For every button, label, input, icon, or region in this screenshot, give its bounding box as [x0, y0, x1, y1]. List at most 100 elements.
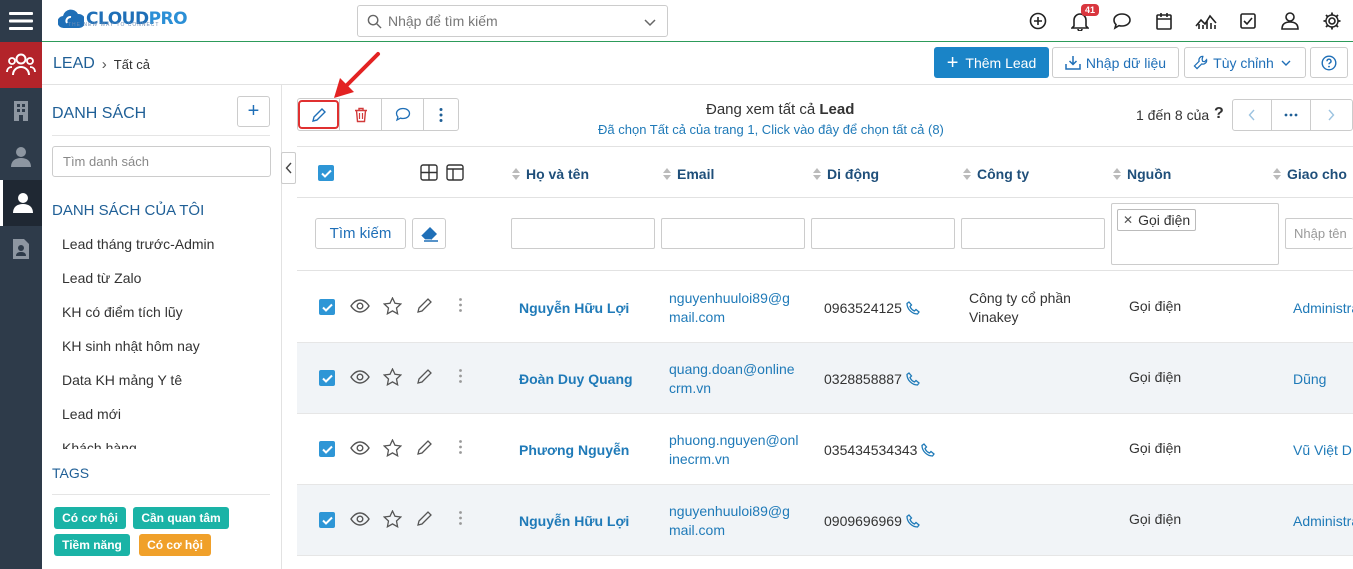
lead-email-link[interactable]: nguyenhuuloi89@gmail.com — [669, 502, 799, 540]
filter-email-input[interactable] — [661, 218, 805, 249]
collapse-sidebar-handle[interactable] — [281, 152, 296, 184]
list-item[interactable]: Data KH mảng Y tê — [62, 365, 272, 399]
search-filter-button[interactable]: Tìm kiếm — [315, 218, 406, 249]
lead-email-link[interactable]: nguyenhuuloi89@gmail.com — [669, 289, 799, 327]
row-checkbox[interactable] — [319, 512, 335, 528]
edit-pencil-icon[interactable] — [416, 510, 433, 527]
tag-chip[interactable]: Tiềm năng — [54, 534, 130, 556]
calendar-icon[interactable] — [1143, 0, 1185, 42]
breadcrumb-module[interactable]: LEAD — [53, 55, 95, 73]
star-icon[interactable] — [383, 439, 402, 457]
phone-call-icon[interactable] — [921, 443, 936, 457]
user-profile-icon[interactable] — [1269, 0, 1311, 42]
contact-card-icon[interactable] — [0, 226, 42, 272]
view-eye-icon[interactable] — [350, 299, 370, 313]
table-row[interactable]: Phương Nguyễn phuong.nguyen@onlinecrm.vn… — [297, 414, 1353, 485]
lead-name-link[interactable]: Đoàn Duy Quang — [519, 371, 633, 387]
hamburger-menu-icon[interactable] — [0, 0, 42, 42]
add-list-button[interactable]: + — [237, 96, 270, 127]
column-header-assigned[interactable]: Giao cho — [1273, 166, 1347, 182]
page-jump-button[interactable] — [1272, 100, 1311, 130]
list-item[interactable]: Lead từ Zalo — [62, 263, 272, 297]
edit-pencil-icon[interactable] — [416, 368, 433, 385]
tag-chip[interactable]: Có cơ hội — [54, 507, 126, 529]
filter-company-input[interactable] — [961, 218, 1105, 249]
table-row[interactable]: Nguyễn Hữu Lợi nguyenhuuloi89@gmail.com … — [297, 485, 1353, 556]
row-more-icon[interactable] — [458, 439, 463, 455]
filter-assigned-input[interactable] — [1285, 218, 1353, 249]
lead-assigned-link[interactable]: Administrator — [1293, 513, 1353, 529]
column-header-mobile[interactable]: Di động — [813, 166, 879, 182]
column-header-company[interactable]: Công ty — [963, 166, 1029, 182]
row-more-icon[interactable] — [458, 510, 463, 526]
row-checkbox[interactable] — [319, 370, 335, 386]
help-button[interactable] — [1310, 47, 1348, 78]
phone-call-icon[interactable] — [906, 514, 920, 528]
mass-comment-button[interactable] — [382, 99, 424, 130]
select-all-checkbox[interactable] — [318, 165, 334, 181]
filter-name-input[interactable] — [511, 218, 655, 249]
edit-pencil-icon[interactable] — [416, 297, 433, 314]
list-search-input[interactable] — [52, 146, 271, 177]
clear-filters-button[interactable] — [412, 218, 446, 249]
table-row[interactable]: Nguyễn Hữu Lợi nguyenhuuloi89@gmail.com … — [297, 272, 1353, 343]
phone-call-icon[interactable] — [906, 372, 920, 386]
chevron-down-icon[interactable] — [643, 15, 657, 29]
view-eye-icon[interactable] — [350, 441, 370, 455]
lead-email-link[interactable]: phuong.nguyen@onlinecrm.vn — [669, 431, 799, 469]
tag-chip[interactable]: Cần quan tâm — [133, 507, 229, 529]
view-eye-icon[interactable] — [350, 512, 370, 526]
lead-assigned-link[interactable]: Administrator — [1293, 300, 1353, 316]
star-icon[interactable] — [383, 368, 402, 386]
source-filter-chip[interactable]: ✕ Gọi điện — [1117, 209, 1197, 231]
list-item[interactable]: KH có điểm tích lũy — [62, 297, 272, 331]
more-actions-button[interactable] — [424, 99, 458, 130]
table-row[interactable]: Đoàn Duy Quang quang.doan@onlinecrm.vn 0… — [297, 343, 1353, 414]
customers-module-icon[interactable] — [0, 42, 42, 88]
list-item[interactable]: Lead tháng trước-Admin — [62, 229, 272, 263]
settings-gear-icon[interactable] — [1311, 0, 1353, 42]
remove-chip-icon[interactable]: ✕ — [1123, 213, 1133, 227]
column-header-source[interactable]: Nguồn — [1113, 166, 1171, 182]
view-eye-icon[interactable] — [350, 370, 370, 384]
list-item[interactable]: Lead mới — [62, 399, 272, 433]
column-layout-icon[interactable] — [446, 164, 464, 181]
tasks-checkbox-icon[interactable] — [1227, 0, 1269, 42]
edit-pencil-icon[interactable] — [416, 439, 433, 456]
star-icon[interactable] — [383, 510, 402, 528]
total-count-help[interactable]: ? — [1214, 105, 1224, 123]
select-all-link[interactable]: Đã chọn Tất cả của trang 1, Click vào đâ… — [598, 122, 944, 137]
tag-chip[interactable]: Có cơ hội — [139, 534, 211, 556]
lead-name-link[interactable]: Nguyễn Hữu Lợi — [519, 300, 629, 316]
row-checkbox[interactable] — [319, 299, 335, 315]
column-header-name[interactable]: Họ và tên — [512, 166, 589, 182]
add-circle-icon[interactable] — [1017, 0, 1059, 42]
reports-chart-icon[interactable] — [1185, 0, 1227, 42]
import-data-button[interactable]: Nhập dữ liệu — [1052, 47, 1179, 78]
list-item[interactable]: Khách hàng — [62, 433, 272, 449]
organization-building-icon[interactable] — [0, 88, 42, 134]
notification-bell-icon[interactable]: 41 — [1059, 0, 1101, 42]
grid-layout-icon[interactable] — [420, 164, 438, 181]
lead-email-link[interactable]: quang.doan@onlinecrm.vn — [669, 360, 799, 398]
lead-assigned-link[interactable]: Vũ Việt D — [1293, 442, 1352, 458]
lead-name-link[interactable]: Nguyễn Hữu Lợi — [519, 513, 629, 529]
mass-delete-button[interactable] — [340, 99, 382, 130]
lead-assigned-link[interactable]: Dũng — [1293, 371, 1326, 387]
global-search[interactable] — [357, 5, 668, 37]
filter-source-multiselect[interactable]: ✕ Gọi điện — [1111, 203, 1279, 265]
contacts-icon[interactable] — [0, 134, 42, 180]
leads-module-icon[interactable] — [0, 180, 42, 226]
star-icon[interactable] — [383, 297, 402, 315]
next-page-button[interactable] — [1311, 100, 1350, 130]
previous-page-button[interactable] — [1233, 100, 1272, 130]
row-checkbox[interactable] — [319, 441, 335, 457]
global-search-input[interactable] — [388, 13, 628, 29]
customize-dropdown-button[interactable]: Tùy chỉnh — [1184, 47, 1306, 78]
column-header-email[interactable]: Email — [663, 166, 714, 182]
chat-bubble-icon[interactable] — [1101, 0, 1143, 42]
row-more-icon[interactable] — [458, 368, 463, 384]
lead-name-link[interactable]: Phương Nguyễn — [519, 442, 629, 458]
add-lead-button[interactable]: + Thêm Lead — [934, 47, 1049, 78]
list-item[interactable]: KH sinh nhật hôm nay — [62, 331, 272, 365]
